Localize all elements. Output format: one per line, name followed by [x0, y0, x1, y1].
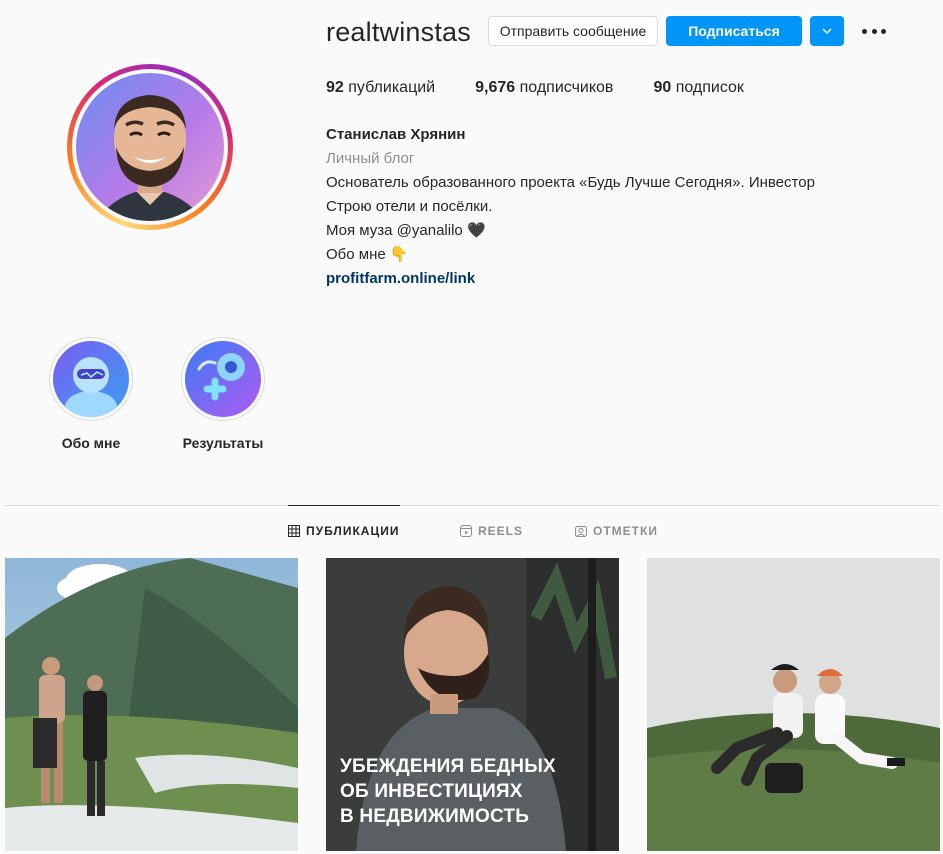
more-options-icon[interactable]	[862, 22, 886, 40]
heart-emoji: 🖤	[466, 222, 486, 239]
bio-line-4: Обо мне 👇	[326, 246, 409, 263]
post-caption: УБЕЖДЕНИЯ БЕДНЫХ ОБ ИНВЕСТИЦИЯХ В НЕДВИЖ…	[340, 756, 556, 827]
highlight-results[interactable]: Результаты	[181, 337, 265, 451]
bio-line-1: Основатель образованного проекта «Будь Л…	[326, 174, 815, 191]
followers-count[interactable]: 9,676 подписчиков	[475, 79, 613, 97]
mention-link[interactable]: @yanalilo	[397, 222, 463, 239]
grid-icon	[288, 525, 300, 537]
posts-count: 92 публикаций	[326, 79, 436, 96]
avatar-photo	[96, 95, 204, 221]
follow-button[interactable]: Подписаться	[666, 16, 802, 46]
profile-full-name: Станислав Хрянин	[326, 126, 466, 143]
tab-posts[interactable]: ПУБЛИКАЦИИ	[288, 524, 399, 538]
highlight-cover-image	[53, 341, 129, 417]
send-message-button[interactable]: Отправить сообщение	[488, 16, 658, 46]
bio-external-link[interactable]: profitfarm.online/link	[326, 267, 815, 291]
post-thumbnail-3[interactable]	[647, 558, 940, 851]
following-count[interactable]: 90 подписок	[653, 79, 743, 97]
profile-avatar-ring[interactable]	[67, 64, 233, 230]
post-thumbnail-1[interactable]	[5, 558, 298, 851]
bio-line-3: Моя муза @yanalilo 🖤	[326, 222, 486, 239]
suggested-dropdown-button[interactable]	[810, 16, 844, 46]
highlight-cover-image	[185, 341, 261, 417]
post-thumbnail-2[interactable]: УБЕЖДЕНИЯ БЕДНЫХ ОБ ИНВЕСТИЦИЯХ В НЕДВИЖ…	[326, 558, 619, 851]
tab-reels[interactable]: REELS	[460, 524, 523, 538]
bio-line-2: Строю отели и посёлки.	[326, 198, 493, 215]
profile-bio: Станислав Хрянин Личный блог Основатель …	[326, 123, 815, 291]
post-image-mountain	[5, 558, 298, 851]
reels-icon	[460, 525, 472, 537]
post-image-couple	[647, 558, 940, 851]
tab-tagged[interactable]: ОТМЕТКИ	[575, 524, 658, 538]
tabs-divider	[5, 505, 940, 506]
highlight-about-me[interactable]: Обо мне	[49, 337, 133, 451]
avatar	[76, 73, 224, 221]
tagged-icon	[575, 526, 587, 537]
profile-username: realtwinstas	[326, 17, 471, 47]
active-tab-indicator	[288, 505, 400, 506]
profile-stats: 92 публикаций 9,676 подписчиков 90 подпи…	[326, 79, 784, 97]
chevron-down-icon	[822, 28, 832, 35]
profile-category: Личный блог	[326, 150, 415, 167]
